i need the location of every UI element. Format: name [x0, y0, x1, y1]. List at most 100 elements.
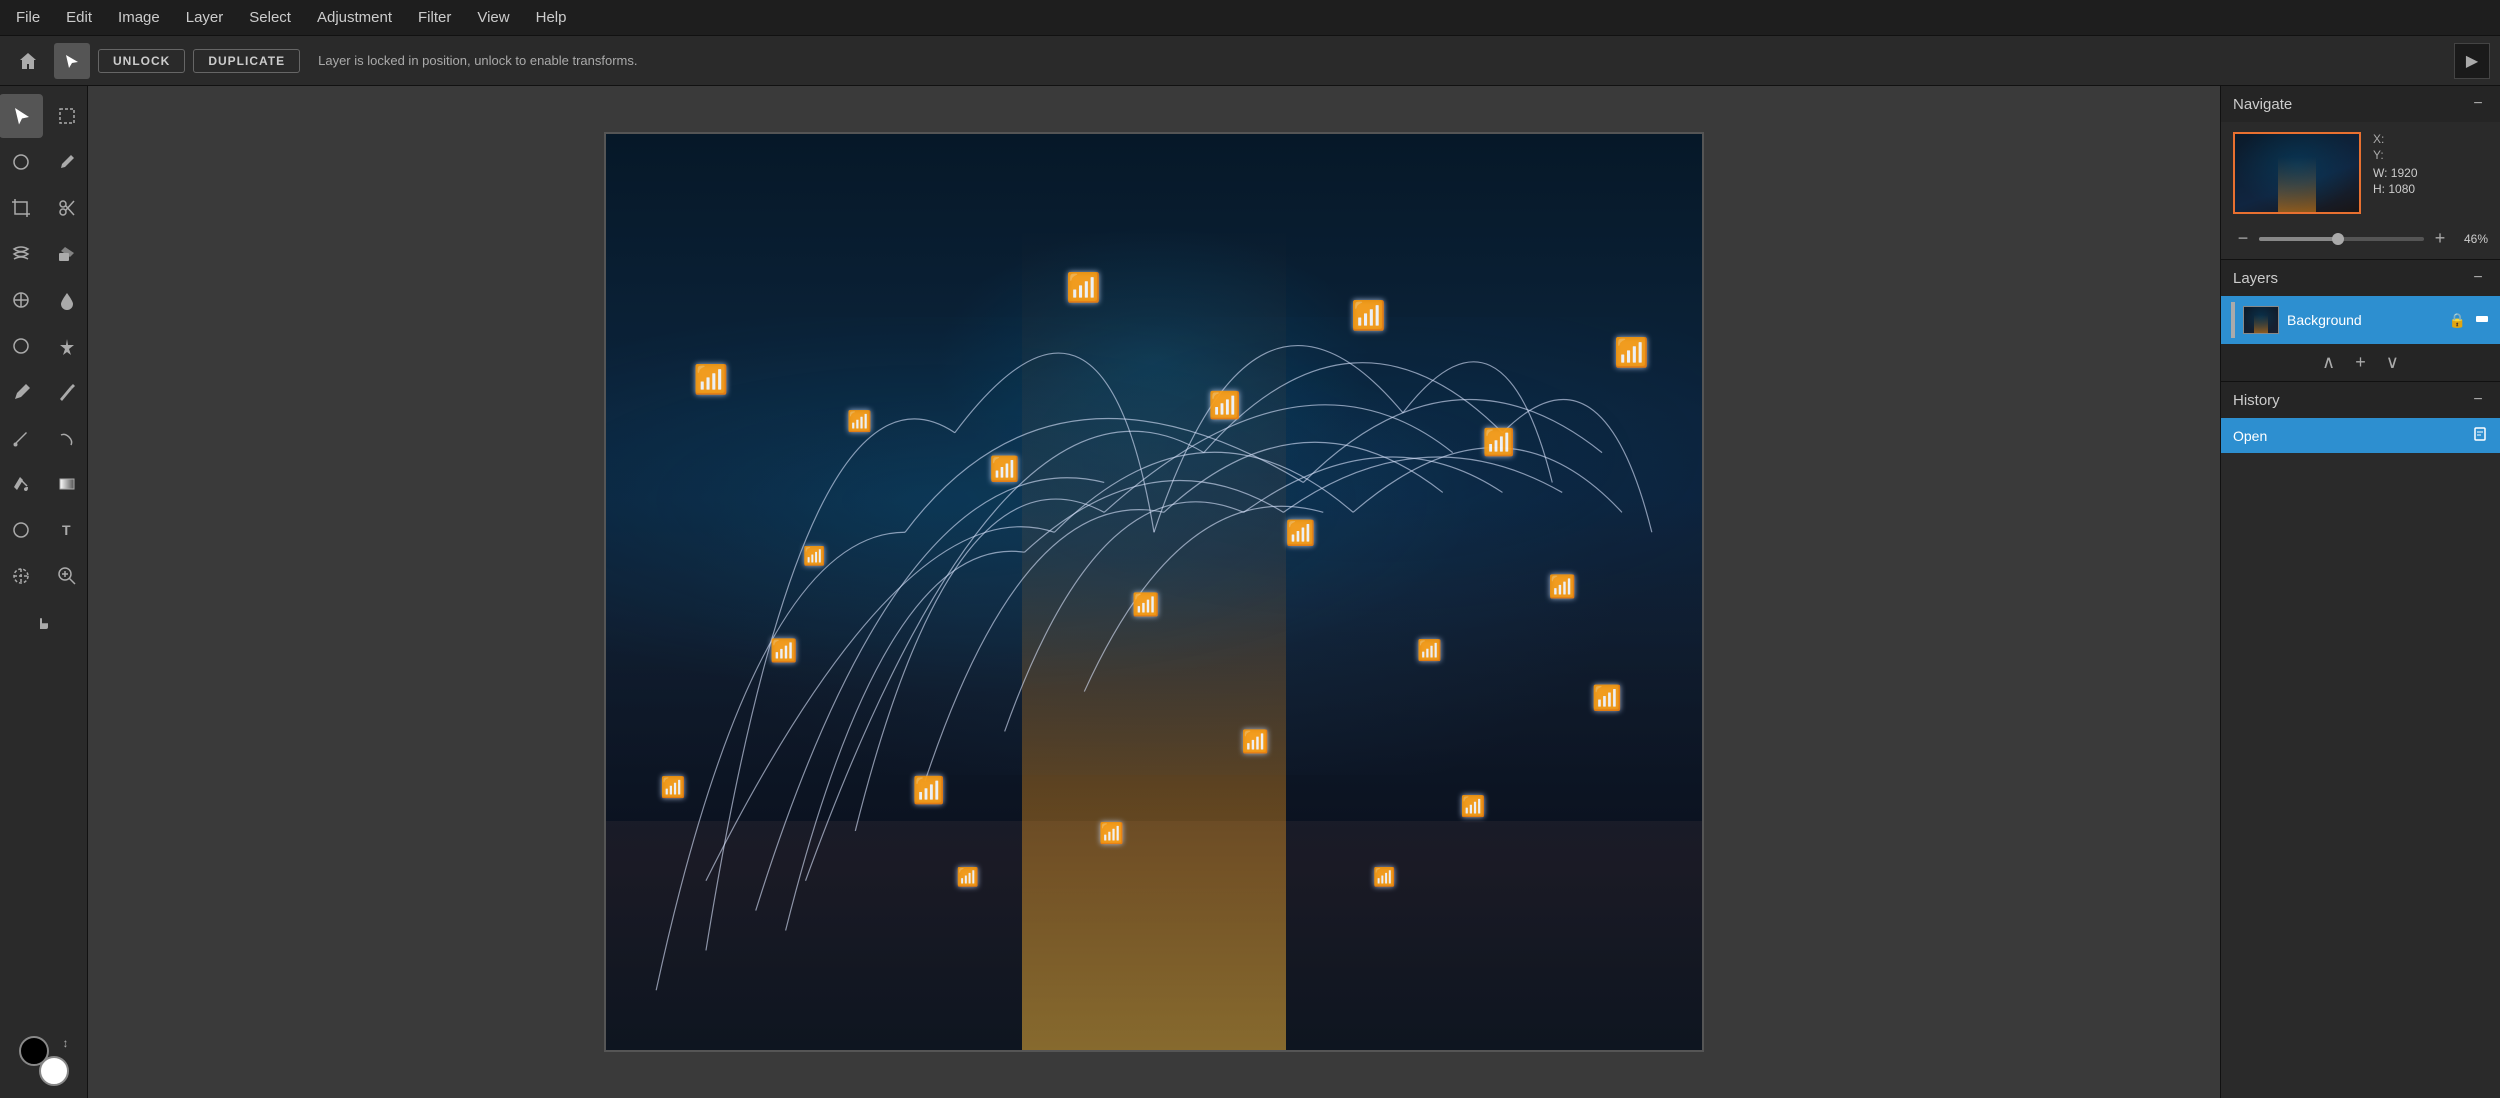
- layer-expand-indicator: [2231, 302, 2235, 338]
- tool-row-12: [22, 600, 66, 644]
- history-open-item[interactable]: Open: [2221, 418, 2500, 453]
- dodge-tool[interactable]: [0, 324, 43, 368]
- canvas-image: 📶 📶 📶 📶 📶 📶 📶 📶 📶 📶 📶 📶 📶 📶 📶 📶: [606, 134, 1702, 1050]
- canvas-area[interactable]: 📶 📶 📶 📶 📶 📶 📶 📶 📶 📶 📶 📶 📶 📶 📶 📶: [88, 86, 2220, 1098]
- menu-help[interactable]: Help: [532, 7, 571, 28]
- svg-text:T: T: [62, 522, 71, 538]
- tool-row-11: [0, 554, 89, 598]
- pencil-tool[interactable]: [45, 370, 89, 414]
- layers-title: Layers: [2233, 270, 2278, 287]
- tool-row-3: [0, 186, 89, 230]
- layer-controls: ∧ + ∨: [2221, 344, 2500, 381]
- left-tool-panel: T: [0, 86, 88, 1098]
- layers-header: Layers −: [2221, 260, 2500, 296]
- layer-lock-icon: 🔒: [2449, 312, 2466, 329]
- main-area: T: [0, 86, 2500, 1098]
- warp-tool[interactable]: [0, 232, 43, 276]
- pen-tool[interactable]: [0, 370, 43, 414]
- waterdrop-tool[interactable]: [45, 278, 89, 322]
- toolbar: UNLOCK DUPLICATE Layer is locked in posi…: [0, 36, 2500, 86]
- crop-tool[interactable]: [0, 186, 43, 230]
- layer-name: Background: [2287, 312, 2441, 328]
- zoom-thumb[interactable]: [2332, 233, 2344, 245]
- clone-stamp-tool[interactable]: [0, 278, 43, 322]
- layers-section: Layers − Background 🔒 ∧ +: [2221, 260, 2500, 382]
- height-value: H: 1080: [2373, 182, 2488, 196]
- menu-layer[interactable]: Layer: [182, 7, 228, 28]
- eyedropper-tool[interactable]: [45, 140, 89, 184]
- layer-thumbnail: [2243, 306, 2279, 334]
- navigate-minimize-button[interactable]: −: [2468, 94, 2488, 114]
- paint-bucket-tool[interactable]: [0, 462, 43, 506]
- select-tool[interactable]: [0, 94, 43, 138]
- menu-select[interactable]: Select: [245, 7, 295, 28]
- zoom-tool[interactable]: [45, 554, 89, 598]
- layers-minimize-button[interactable]: −: [2468, 268, 2488, 288]
- foreground-color-swatch[interactable]: [19, 1036, 49, 1066]
- marquee-tool[interactable]: [45, 94, 89, 138]
- duplicate-button[interactable]: DUPLICATE: [193, 49, 300, 73]
- navigate-section: Navigate − X: Y:: [2221, 86, 2500, 260]
- layer-add-button[interactable]: +: [2355, 352, 2366, 373]
- color-swatches: ↕: [19, 1036, 69, 1086]
- tool-row-2: [0, 140, 89, 184]
- layer-visibility-icon[interactable]: [2474, 311, 2490, 330]
- menu-bar: File Edit Image Layer Select Adjustment …: [0, 0, 2500, 36]
- navigate-thumbnail[interactable]: [2233, 132, 2361, 214]
- canvas-wrapper: 📶 📶 📶 📶 📶 📶 📶 📶 📶 📶 📶 📶 📶 📶 📶 📶: [604, 132, 1704, 1052]
- gradient-tool[interactable]: [45, 462, 89, 506]
- tool-row-7: [0, 370, 89, 414]
- tool-row-8: [0, 416, 89, 460]
- expand-panel-button[interactable]: ▶: [2454, 43, 2490, 79]
- right-panel: Navigate − X: Y:: [2220, 86, 2500, 1098]
- zoom-plus-button[interactable]: +: [2430, 228, 2450, 249]
- history-item-icon: [2472, 426, 2488, 445]
- history-title: History: [2233, 392, 2280, 409]
- menu-file[interactable]: File: [12, 7, 44, 28]
- tool-row-4: [0, 232, 89, 276]
- menu-edit[interactable]: Edit: [62, 7, 96, 28]
- history-section: History − Open: [2221, 382, 2500, 1098]
- sharpen-tool[interactable]: [45, 324, 89, 368]
- navigate-content: X: Y: W: 1920 H: 1080: [2221, 122, 2500, 259]
- navigate-header: Navigate −: [2221, 86, 2500, 122]
- menu-image[interactable]: Image: [114, 7, 164, 28]
- expand-icon: ▶: [2466, 51, 2478, 71]
- toolbar-message: Layer is locked in position, unlock to e…: [318, 53, 637, 68]
- navigate-info: X: Y: W: 1920 H: 1080: [2373, 132, 2488, 196]
- zoom-control: − + 46%: [2233, 228, 2488, 249]
- tool-row-6: [0, 324, 89, 368]
- swap-colors-icon[interactable]: ↕: [63, 1036, 69, 1050]
- eraser-tool[interactable]: [45, 232, 89, 276]
- text-tool[interactable]: T: [45, 508, 89, 552]
- lasso-tool[interactable]: [0, 140, 43, 184]
- shape-tool[interactable]: [0, 508, 43, 552]
- layer-move-down-button[interactable]: ∨: [2386, 352, 2399, 373]
- tool-row-10: T: [0, 508, 89, 552]
- zoom-slider[interactable]: [2259, 237, 2424, 241]
- x-coord-label: X:: [2373, 132, 2488, 146]
- brush-tool[interactable]: [0, 416, 43, 460]
- menu-view[interactable]: View: [473, 7, 513, 28]
- zoom-percent: 46%: [2456, 232, 2488, 246]
- tool-row-5: [0, 278, 89, 322]
- tool-row-1: [0, 94, 89, 138]
- layer-move-up-button[interactable]: ∧: [2322, 352, 2335, 373]
- y-coord-label: Y:: [2373, 148, 2488, 162]
- hand-tool[interactable]: [22, 600, 66, 644]
- navigate-title: Navigate: [2233, 96, 2292, 113]
- menu-adjustment[interactable]: Adjustment: [313, 7, 396, 28]
- unlock-button[interactable]: UNLOCK: [98, 49, 185, 73]
- home-button[interactable]: [10, 43, 46, 79]
- path-tool[interactable]: [0, 554, 43, 598]
- layer-background[interactable]: Background 🔒: [2221, 296, 2500, 344]
- zoom-minus-button[interactable]: −: [2233, 228, 2253, 249]
- history-item-label: Open: [2233, 428, 2464, 444]
- menu-filter[interactable]: Filter: [414, 7, 455, 28]
- scissors-tool[interactable]: [45, 186, 89, 230]
- smudge-tool[interactable]: [45, 416, 89, 460]
- history-header: History −: [2221, 382, 2500, 418]
- tool-row-9: [0, 462, 89, 506]
- arrow-tool-button[interactable]: [54, 43, 90, 79]
- history-minimize-button[interactable]: −: [2468, 390, 2488, 410]
